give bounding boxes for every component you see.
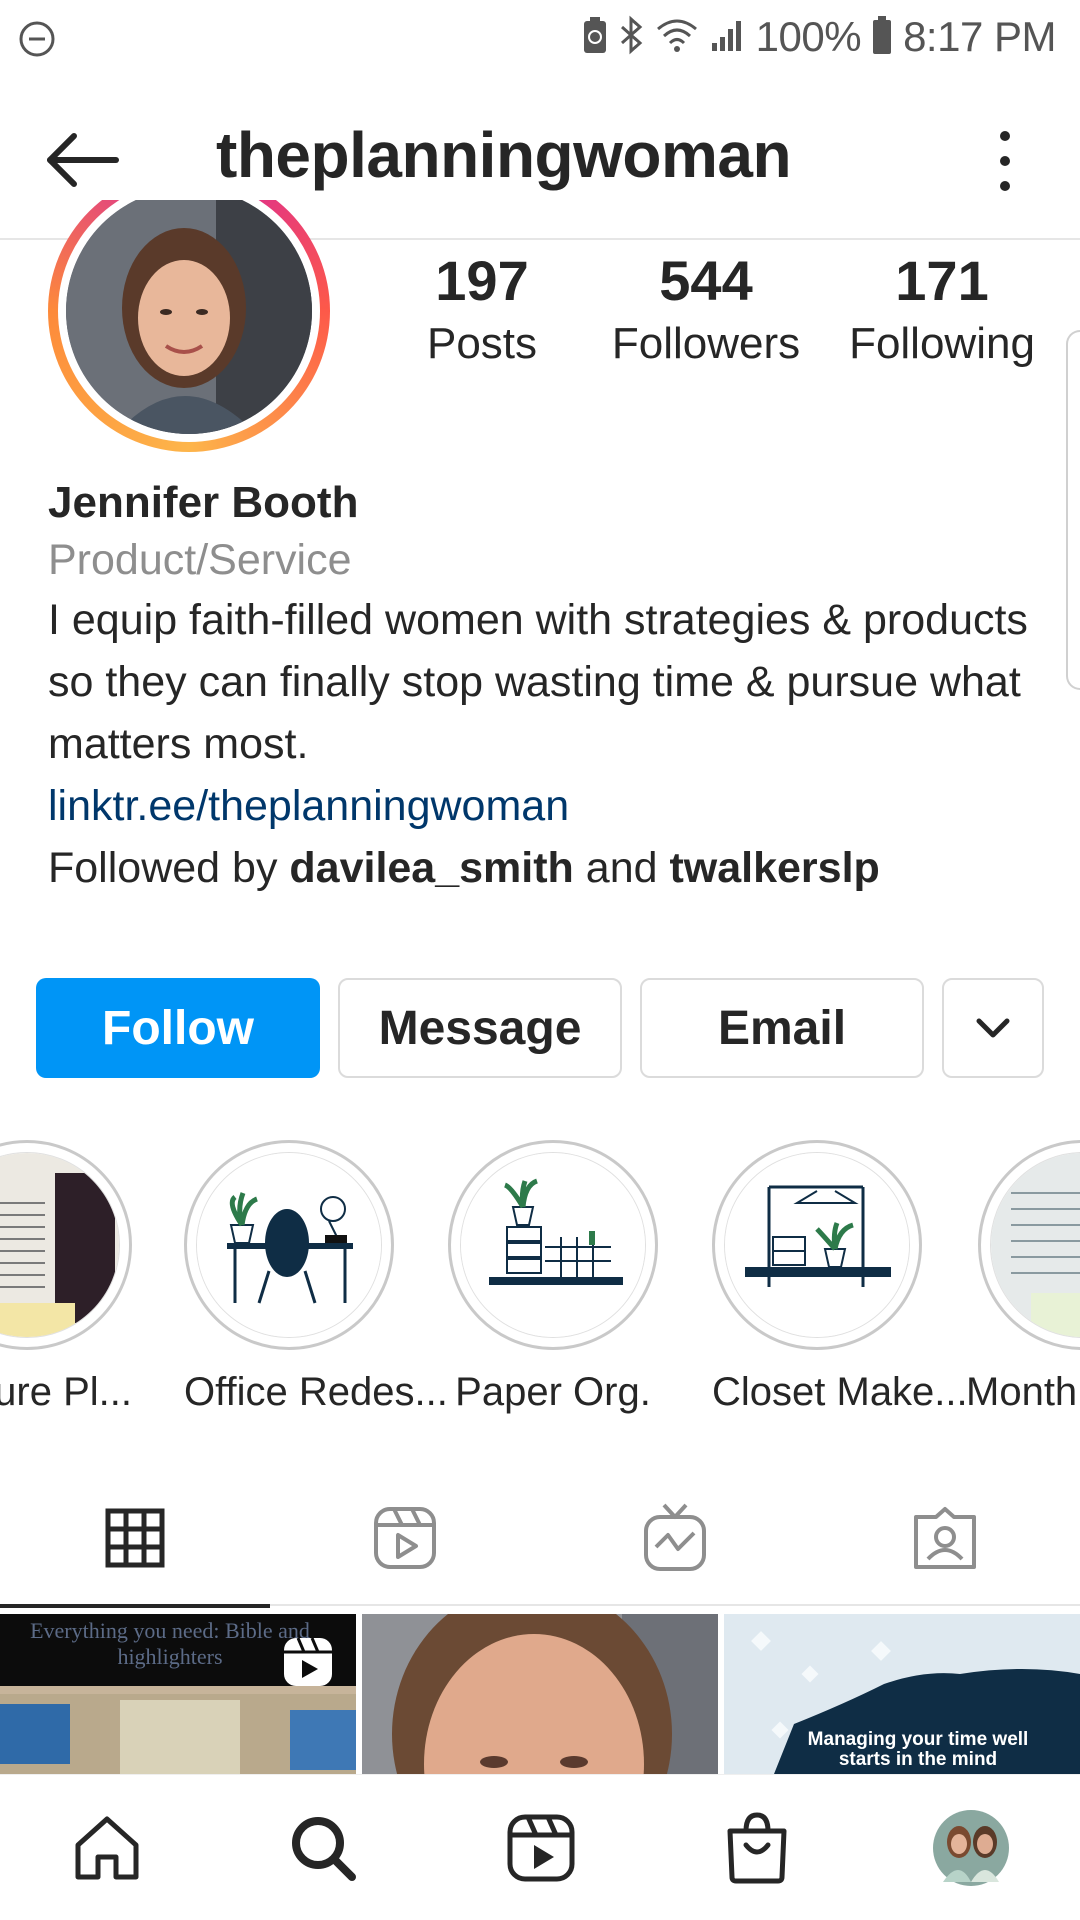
story-highlights: ture Pl... Office Redes... [0, 1140, 1080, 1420]
posts-stat[interactable]: 197 Posts [400, 248, 564, 369]
nav-home[interactable] [62, 1803, 152, 1893]
tab-grid[interactable] [0, 1470, 270, 1608]
nav-search[interactable] [278, 1803, 368, 1893]
igtv-icon [644, 1503, 706, 1571]
home-icon [75, 1816, 139, 1880]
search-icon [292, 1817, 356, 1881]
followed-by[interactable]: Followed by davilea_smith and twalkerslp [48, 837, 1048, 899]
post-thumbnail[interactable]: Managing your time well starts in the mi… [724, 1614, 1080, 1774]
battery-icon [871, 14, 893, 61]
battery-saver-icon [582, 15, 608, 60]
followers-count: 544 [659, 249, 753, 312]
shelf-plant-icon [460, 1152, 646, 1338]
bio-link[interactable]: linktr.ee/theplanningwoman [48, 775, 1048, 837]
tab-igtv[interactable] [540, 1470, 810, 1606]
follow-button[interactable]: Follow [36, 978, 320, 1078]
highlight-label: Office Redes... [184, 1370, 448, 1414]
reel-badge-icon [284, 1637, 332, 1686]
nav-reels[interactable] [496, 1803, 586, 1893]
post-thumbnail[interactable]: Everything you need: Bible and highlight… [0, 1614, 356, 1774]
following-label: Following [849, 319, 1035, 368]
closet-icon [724, 1152, 910, 1338]
followers-label: Followers [611, 319, 801, 368]
suggested-accounts-button[interactable] [942, 978, 1044, 1078]
signal-icon [710, 15, 746, 60]
active-tab-indicator [0, 1604, 270, 1608]
email-button[interactable]: Email [640, 978, 924, 1078]
nav-shop[interactable] [712, 1803, 802, 1893]
highlight-item[interactable]: Paper Org. [448, 1140, 658, 1415]
back-arrow-icon[interactable] [44, 130, 124, 190]
wifi-icon [654, 15, 700, 60]
post-grid: Everything you need: Bible and highlight… [0, 1614, 1080, 1774]
followed-by-user-2[interactable]: twalkerslp [669, 844, 879, 892]
followed-by-joiner: and [573, 844, 670, 892]
dnd-icon [18, 20, 56, 63]
shop-icon [727, 1812, 787, 1884]
chevron-down-icon [976, 1018, 1010, 1038]
post-thumbnail[interactable] [362, 1614, 718, 1774]
highlight-item[interactable]: Month [966, 1140, 1080, 1415]
tagged-icon [914, 1507, 976, 1569]
tab-reels[interactable] [270, 1470, 540, 1606]
reels-icon [507, 1814, 575, 1882]
followed-by-user-1[interactable]: davilea_smith [289, 844, 573, 892]
bio-text: I equip faith-filled women with strategi… [48, 596, 1028, 768]
highlight-label: Paper Org. [455, 1370, 651, 1414]
highlight-label: Month [966, 1370, 1078, 1414]
following-count: 171 [895, 249, 989, 312]
profile-avatar [933, 1810, 1009, 1886]
page-title: theplanningwoman [216, 119, 792, 191]
profile-tabs [0, 1470, 1080, 1608]
posts-label: Posts [426, 319, 538, 368]
highlight-label: ture Pl... [0, 1370, 132, 1414]
post-caption: Everything you need: Bible and highlight… [30, 1618, 310, 1669]
clock: 8:17 PM [903, 13, 1056, 60]
side-panel-edge[interactable] [1066, 330, 1080, 690]
highlight-item[interactable]: Office Redes... [184, 1140, 448, 1415]
highlight-item[interactable]: Closet Make... [712, 1140, 968, 1415]
message-button[interactable]: Message [338, 978, 622, 1078]
monthly-plan-photo [990, 1152, 1080, 1338]
grid-icon [105, 1508, 165, 1568]
status-bar: 100% 8:17 PM [0, 0, 1080, 74]
office-desk-icon [196, 1152, 382, 1338]
more-options-icon[interactable] [990, 126, 1020, 196]
profile-stats: 197 Posts 544 Followers 171 Following [400, 248, 1060, 369]
bottom-navigation [0, 1774, 1080, 1920]
followed-by-prefix: Followed by [48, 844, 290, 892]
tab-tagged[interactable] [810, 1470, 1080, 1606]
avatar-photo [66, 200, 312, 434]
profile-avatar[interactable] [48, 200, 330, 452]
bluetooth-icon [618, 15, 644, 60]
highlight-label: Closet Make... [712, 1370, 968, 1414]
followers-stat[interactable]: 544 Followers [588, 248, 824, 369]
scripture-plan-photo [0, 1152, 120, 1338]
post-caption: Managing your time well starts in the mi… [807, 1729, 1029, 1770]
following-stat[interactable]: 171 Following [824, 248, 1060, 369]
posts-count: 197 [435, 249, 529, 312]
highlight-item[interactable]: ture Pl... [0, 1140, 132, 1415]
reels-icon [374, 1507, 436, 1569]
nav-profile[interactable] [926, 1803, 1016, 1893]
display-name: Jennifer Booth [48, 478, 359, 527]
profile-bio: Jennifer Booth Product/Service I equip f… [48, 478, 1048, 899]
category-label: Product/Service [48, 536, 352, 584]
battery-percent: 100% [755, 13, 862, 60]
